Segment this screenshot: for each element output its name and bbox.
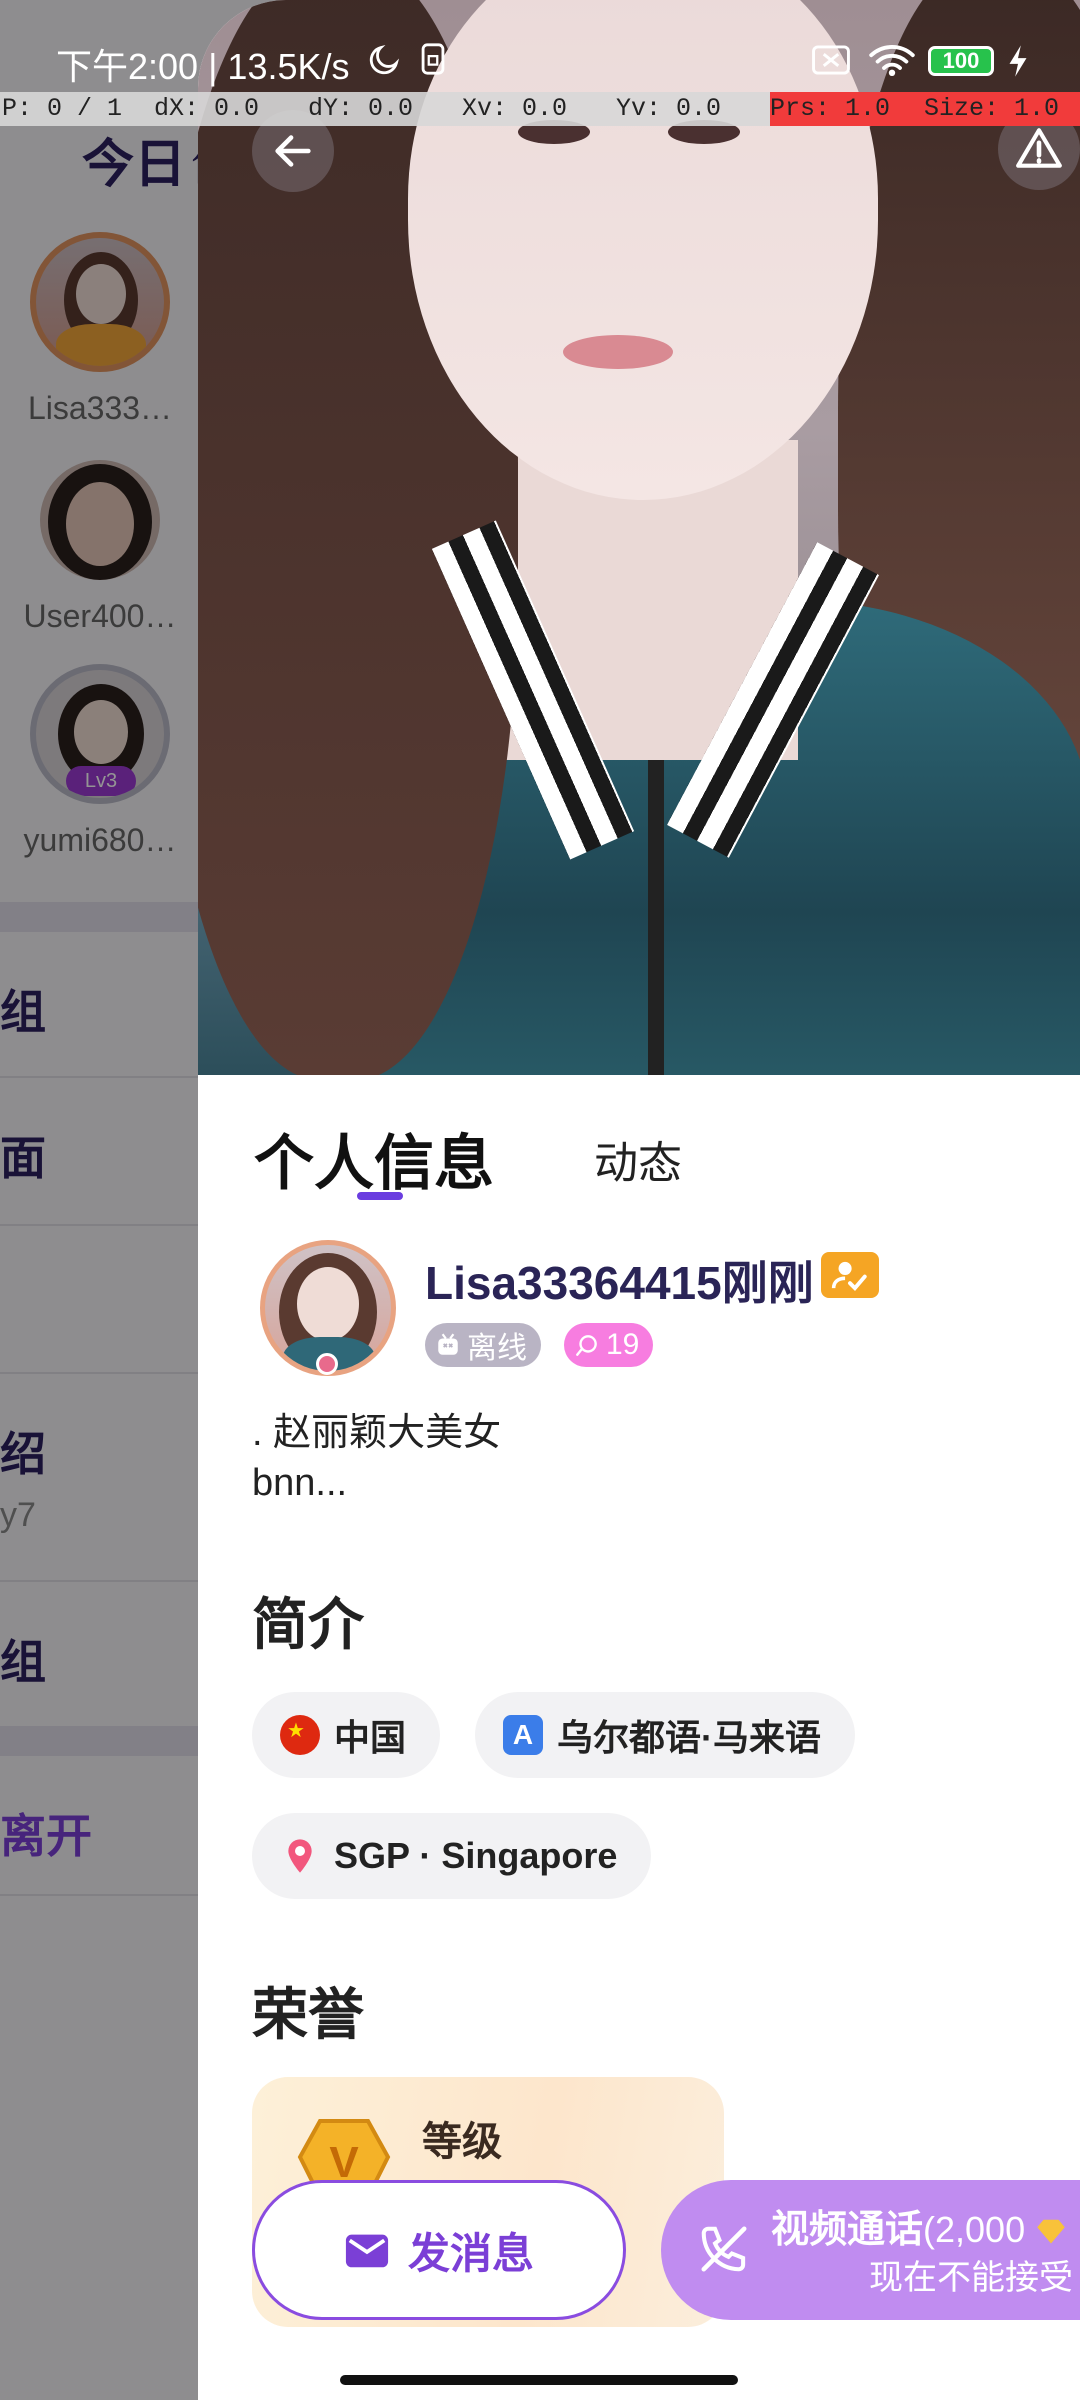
sim-icon	[421, 43, 445, 75]
debug-xv: Xv: 0.0	[462, 94, 568, 123]
video-call-label: 视频通话	[771, 2209, 924, 2251]
mail-icon	[345, 2234, 389, 2268]
diamond-icon	[1036, 2219, 1065, 2244]
level-label: 等级	[422, 2120, 502, 2164]
wifi-icon	[869, 45, 915, 76]
translate-icon: A	[503, 1715, 543, 1755]
count-label: 19	[606, 1328, 640, 1361]
offline-label: 离线	[467, 1332, 527, 1365]
arrow-left-icon	[275, 135, 311, 167]
bio-text: . 赵丽颖大美女 bnn...	[252, 1412, 502, 1504]
video-call-button[interactable]: 视频通话(2,000 现在不能接受	[661, 2180, 1080, 2320]
video-call-price: (2,000	[923, 2209, 1026, 2250]
honor-title: 荣誉	[252, 1983, 364, 2046]
battery-icon: 100	[928, 46, 994, 76]
video-call-title: 视频通话(2,000	[771, 2198, 1066, 2253]
country-chip: 中国	[252, 1692, 441, 1778]
location-chip: SGP · Singapore	[252, 1813, 652, 1899]
count-badge: 19	[564, 1323, 654, 1367]
username: Lisa33364415刚刚	[425, 1257, 814, 1309]
pointer-debug-bar: P: 0 / 1 dX: 0.0 dY: 0.0 Xv: 0.0 Yv: 0.0…	[0, 92, 1080, 126]
location-pin-icon	[288, 1839, 312, 1873]
tab-indicator	[357, 1192, 403, 1200]
location-label: SGP · Singapore	[334, 1835, 618, 1876]
debug-pressure: Prs: 1.0	[770, 94, 891, 123]
moon-icon	[369, 44, 400, 75]
debug-pointer: P: 0 / 1	[2, 94, 123, 123]
country-label: 中国	[334, 1717, 407, 1758]
offline-status-badge: 离线	[425, 1323, 541, 1367]
status-time-speed: 下午2:00 | 13.5K/s	[56, 46, 350, 87]
debug-dx: dX: 0.0	[154, 94, 260, 123]
debug-yv: Yv: 0.0	[616, 94, 722, 123]
verified-person-icon	[831, 1261, 867, 1291]
send-message-label: 发消息	[407, 2229, 534, 2277]
language-label: 乌尔都语·马来语	[557, 1717, 821, 1758]
china-flag-icon	[280, 1715, 320, 1755]
status-bar: 下午2:00 | 13.5K/s 100	[0, 0, 1080, 90]
charging-icon	[1009, 45, 1027, 77]
video-call-status: 现在不能接受	[869, 2259, 1073, 2297]
warning-icon	[1016, 128, 1062, 168]
debug-size: Size: 1.0	[924, 94, 1060, 123]
robot-icon	[438, 1333, 458, 1355]
language-chip: A 乌尔都语·马来语	[475, 1692, 855, 1778]
send-message-button[interactable]: 发消息	[252, 2180, 626, 2320]
tab-moments[interactable]: 动态	[594, 1127, 682, 1191]
phone-disabled-icon	[701, 2226, 747, 2272]
verified-badge	[821, 1252, 879, 1298]
tab-personal-info[interactable]: 个人信息	[254, 1115, 494, 1202]
avatar-frame-badge	[316, 1353, 338, 1375]
intro-title: 简介	[252, 1593, 364, 1656]
chat-bubble-icon	[576, 1335, 597, 1356]
debug-dy: dY: 0.0	[308, 94, 414, 123]
home-indicator[interactable]	[340, 2375, 738, 2385]
profile-card: 个人信息 动态 Lisa33364415刚刚 离线 19 . 赵丽颖大美女 bn…	[198, 1075, 1080, 2400]
no-sim-icon	[812, 45, 850, 75]
profile-sheet: 个人信息 动态 Lisa33364415刚刚 离线 19 . 赵丽颖大美女 bn…	[198, 0, 1080, 2400]
